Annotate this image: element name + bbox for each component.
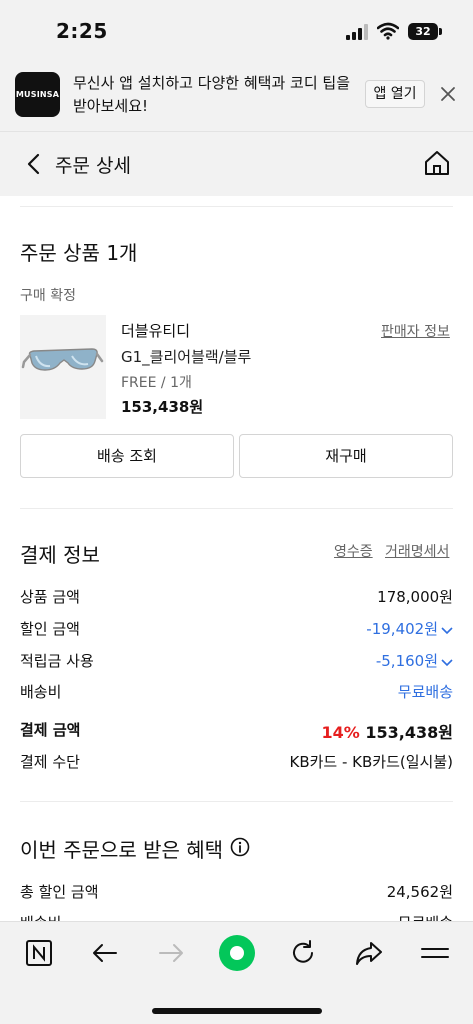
track-delivery-button[interactable]: 배송 조회 [20,434,234,478]
divider [20,206,453,207]
divider [20,801,453,802]
order-status: 구매 확정 [20,288,76,304]
chevron-down-icon [441,626,453,634]
receipt-link[interactable]: 영수증 [334,541,373,561]
total-discount-label: 총 할인 금액 [20,883,99,901]
page-header: 주문 상세 [0,132,473,196]
page-title: 주문 상세 [55,155,131,177]
musinsa-logo: MUSINSA [15,72,60,117]
payment-title: 결제 정보 [20,543,100,567]
battery-icon: 32 [408,23,438,40]
discount-amount-label: 할인 금액 [20,620,80,638]
points-used-toggle[interactable]: -5,160원 [376,650,453,671]
shipping-fee-label: 배송비 [20,683,62,701]
home-indicator [152,1008,322,1014]
browser-toolbar [0,921,473,1024]
forward-arrow-icon[interactable] [156,938,186,968]
discount-amount-toggle[interactable]: -19,402원 [366,618,453,639]
battery-tip [439,28,442,35]
info-icon[interactable] [230,837,250,857]
payment-method-label: 결제 수단 [20,753,80,771]
banner-message: 무신사 앱 설치하고 다양한 혜택과 코디 팁을 받아보세요! [73,74,351,115]
points-used-value: -5,160원 [375,652,438,670]
benefits-title: 이번 주문으로 받은 혜택 [20,838,224,862]
total-discount-value: 24,562원 [386,883,453,901]
brand-name[interactable]: 더블유티디 [121,320,190,341]
wifi-icon [377,22,399,40]
back-arrow-icon[interactable] [90,938,120,968]
close-icon[interactable] [440,86,456,102]
total-payment-label: 결제 금액 [20,721,81,739]
status-bar: 2:25 32 [0,0,473,58]
reorder-button[interactable]: 재구매 [239,434,453,478]
statement-link[interactable]: 거래명세서 [385,541,449,561]
total-payment: 14% 153,438원 [322,719,453,743]
app-install-banner: MUSINSA 무신사 앱 설치하고 다양한 혜택과 코디 팁을 받아보세요! … [0,58,473,132]
product-amount-label: 상품 금액 [20,588,80,606]
seller-info-link[interactable]: 판매자 정보 [381,321,450,341]
chevron-down-icon [441,658,453,666]
status-time: 2:25 [56,19,108,43]
discount-amount-value: -19,402원 [366,620,438,638]
share-icon[interactable] [354,938,384,968]
green-dot-icon[interactable] [218,934,256,972]
refresh-icon[interactable] [288,938,318,968]
points-used-label: 적립금 사용 [20,652,94,670]
discount-percent: 14% [321,723,360,742]
product-image[interactable] [20,315,106,419]
product-price: 153,438원 [121,398,204,416]
signal-icon [346,24,370,40]
total-payment-value: 153,438원 [365,723,453,742]
home-icon[interactable] [423,149,451,177]
shipping-fee-value: 무료배송 [397,683,453,701]
product-amount-value: 178,000원 [377,588,453,606]
order-products-title: 주문 상품 1개 [20,241,138,265]
divider [20,508,453,509]
naver-n-icon[interactable] [24,938,54,968]
product-name[interactable]: G1_클리어블랙/블루 [121,346,251,367]
open-app-button[interactable]: 앱 열기 [365,80,425,108]
product-option: FREE / 1개 [121,375,192,391]
payment-method-value: KB카드 - KB카드(일시불) [289,753,453,771]
sunglasses-icon [21,348,104,371]
back-icon[interactable] [22,152,46,176]
clipped-row: 배송비 무료배송 [0,908,473,922]
menu-icon[interactable] [420,938,450,968]
